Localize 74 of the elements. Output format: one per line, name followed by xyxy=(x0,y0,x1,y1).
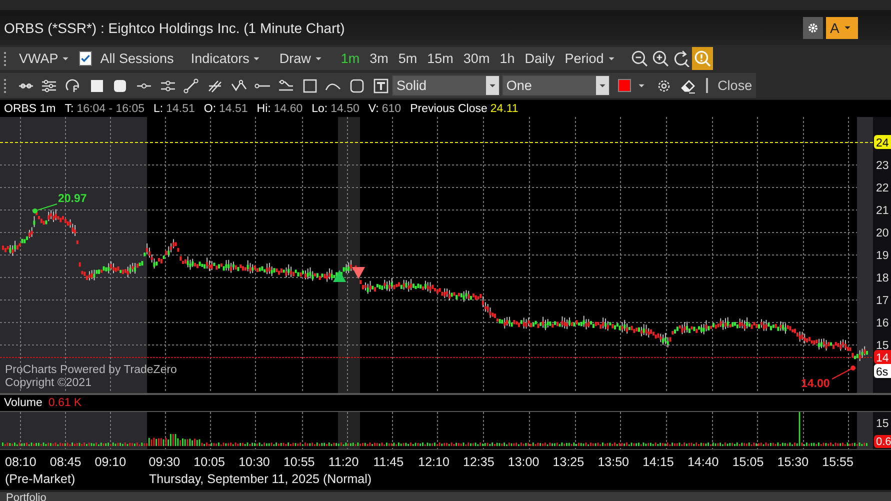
axis-label: 15 xyxy=(876,418,889,430)
low-price-label: 14.00 xyxy=(801,378,830,390)
field-label: Lo: xyxy=(312,102,328,114)
time-label: 12:10 xyxy=(418,455,450,469)
axis-label: 21 xyxy=(876,205,889,217)
time-label: 09:30 xyxy=(148,455,182,469)
time-label: 10:30 xyxy=(238,455,271,469)
axis-label: 24 xyxy=(876,138,889,150)
time-label: 13:25 xyxy=(552,455,586,469)
axis-label: 23 xyxy=(876,160,889,172)
field-value: 14.51 xyxy=(166,102,195,114)
close-button[interactable]: Close xyxy=(714,78,756,93)
dropdown-button[interactable]: Period xyxy=(560,47,621,70)
axis-label: 16 xyxy=(876,318,889,330)
watermark-text: Copyright ©2021 xyxy=(5,377,92,390)
time-label: 10:05 xyxy=(194,455,226,469)
time-label: 15:05 xyxy=(732,455,765,469)
interval-tab[interactable]: 3m xyxy=(364,47,394,70)
interval-tab[interactable]: 1h xyxy=(494,47,520,70)
field-label: Previous Close xyxy=(410,102,488,114)
timer-label: 6s xyxy=(876,366,888,378)
field-value: 16:04 - 16:05 xyxy=(76,102,144,114)
time-label: 08:10 xyxy=(5,455,38,469)
interval-tab[interactable]: 5m xyxy=(393,47,422,70)
dropdown-button[interactable]: Indicators xyxy=(186,47,266,70)
field-label: T: xyxy=(64,102,74,114)
checkbox-label: All Sessions xyxy=(100,51,174,66)
last-price-label: 14 xyxy=(876,352,889,364)
field-value: 14.51 xyxy=(219,102,248,114)
time-label: 13:50 xyxy=(598,455,630,469)
field-label: L: xyxy=(154,102,164,114)
account-button[interactable]: A xyxy=(826,16,858,38)
time-label: 15:55 xyxy=(822,455,854,469)
axis-label: 17 xyxy=(876,295,889,307)
axis-label: 20 xyxy=(876,228,889,240)
session-label: Thursday, September 11, 2025 (Normal) xyxy=(149,472,372,486)
time-label: 14:15 xyxy=(642,455,675,469)
high-price-label: 20.97 xyxy=(58,193,87,205)
time-label: 10:55 xyxy=(283,455,316,469)
pane-title: Volume xyxy=(4,397,42,409)
field-label: Hi: xyxy=(256,102,271,114)
field-value: 14.60 xyxy=(274,102,303,114)
field-label: V: xyxy=(368,102,379,114)
dropdown-button[interactable]: VWAP xyxy=(14,47,76,70)
interval-tab[interactable]: 30m xyxy=(458,47,495,70)
line-width-dropdown[interactable]: One xyxy=(502,75,610,96)
interval-tab[interactable]: 15m xyxy=(422,47,458,70)
watermark-text: ProCharts Powered by TradeZero xyxy=(5,364,177,377)
volume-value: 0.61 K xyxy=(48,397,82,409)
time-label: 14:40 xyxy=(687,455,720,469)
axis-label: 15 xyxy=(876,340,889,352)
line-style-dropdown[interactable]: Solid xyxy=(392,75,500,96)
window-title: ORBS (*SSR*) : Eightco Holdings Inc. (1 Minute Chart) xyxy=(4,20,346,36)
time-label: 09:10 xyxy=(94,455,128,469)
time-label: 13:00 xyxy=(508,455,540,469)
interval-tab[interactable]: Daily xyxy=(520,47,560,70)
time-label: 11:20 xyxy=(328,455,360,469)
time-label: 11:45 xyxy=(373,455,405,469)
field-label: ORBS 1m xyxy=(4,102,56,114)
time-label: 12:35 xyxy=(463,455,496,469)
session-label: (Pre-Market) xyxy=(5,472,76,486)
field-value: 610 xyxy=(382,102,402,114)
time-label: 15:30 xyxy=(777,455,810,469)
panel-title: Portfolio xyxy=(5,492,48,501)
axis-label: 22 xyxy=(876,182,889,194)
axis-label: 19 xyxy=(876,250,889,262)
field-label: O: xyxy=(204,102,216,114)
field-value: 24.11 xyxy=(490,102,518,114)
interval-tab[interactable]: 1m xyxy=(336,47,365,70)
axis-label: 18 xyxy=(876,272,889,284)
time-label: 08:45 xyxy=(50,455,82,469)
field-value: 14.50 xyxy=(330,102,360,114)
last-volume-label: 0.6 xyxy=(876,436,891,448)
dropdown-button[interactable]: Draw xyxy=(274,47,328,70)
